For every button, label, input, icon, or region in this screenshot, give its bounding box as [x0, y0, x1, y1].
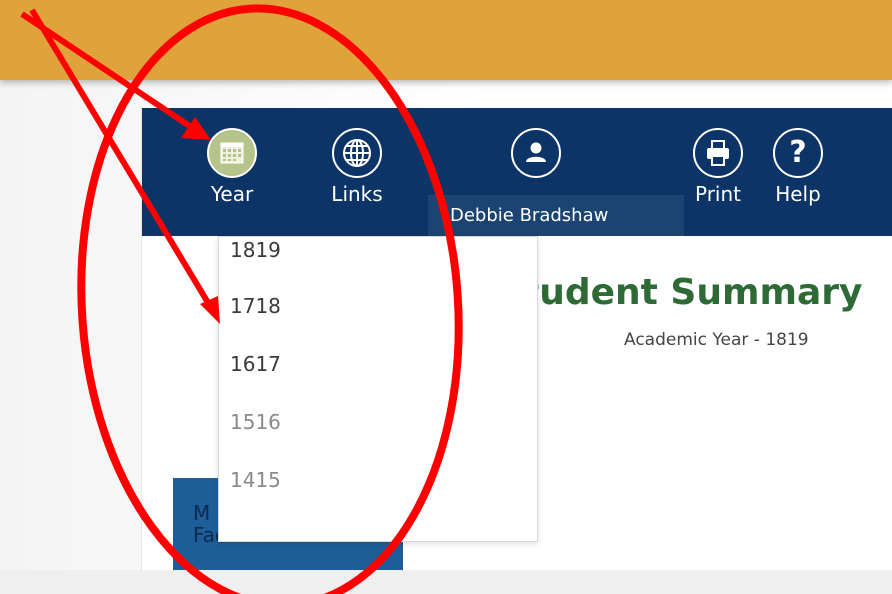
nav-links-label: Links [331, 182, 383, 206]
nav-year-button[interactable]: Year [200, 128, 264, 206]
year-option[interactable]: 1819 [219, 237, 537, 277]
user-icon [511, 128, 561, 178]
year-option[interactable]: 1617 [219, 335, 537, 393]
year-dropdown-menu: 1819 1718 1617 1516 1415 [218, 236, 538, 542]
year-option[interactable]: 1415 [219, 451, 537, 509]
app-frame: Year Links Print ? Help Debbie Bradshaw … [142, 108, 892, 570]
nav-print-button[interactable]: Print [686, 128, 750, 206]
nav-print-label: Print [694, 182, 741, 206]
nav-links-button[interactable]: Links [325, 128, 389, 206]
year-option[interactable]: 1516 [219, 393, 537, 451]
nav-help-button[interactable]: ? Help [766, 128, 830, 206]
bottom-band [0, 570, 892, 594]
page-title: tudent Summary [522, 272, 863, 313]
user-name-box[interactable]: Debbie Bradshaw [428, 195, 684, 236]
top-banner [0, 0, 892, 80]
top-navbar: Year Links Print ? Help Debbie Bradshaw [142, 108, 892, 236]
nav-user-button[interactable] [504, 128, 568, 178]
nav-help-label: Help [775, 182, 821, 206]
page-subtitle: Academic Year - 1819 [624, 330, 809, 350]
nav-year-label: Year [210, 182, 254, 206]
printer-icon [693, 128, 743, 178]
year-option[interactable]: 1718 [219, 277, 537, 335]
globe-icon [332, 128, 382, 178]
question-icon: ? [773, 128, 823, 178]
calendar-icon [207, 128, 257, 178]
